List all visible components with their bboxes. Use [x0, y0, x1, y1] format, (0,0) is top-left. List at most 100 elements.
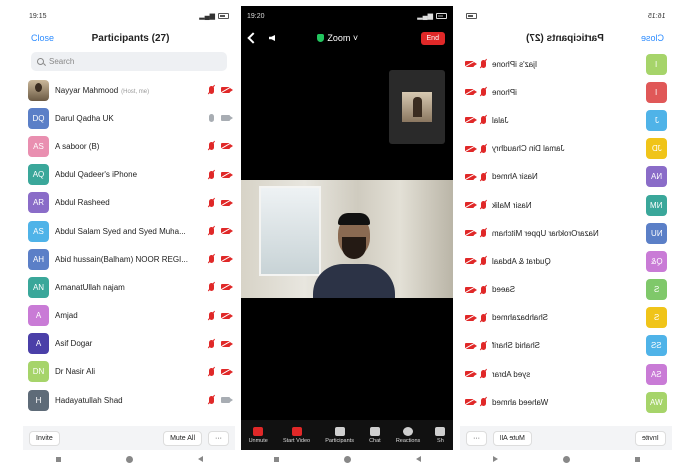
close-button[interactable]: Close: [641, 33, 664, 43]
participant-name: Nayyar Mahmood (Host, me): [55, 86, 203, 95]
participant-name: Abdul Qadeer's iPhone: [55, 170, 203, 179]
avatar: [28, 79, 49, 101]
participant-row[interactable]: DN Dr Nasir Ali: [23, 358, 235, 386]
participant-row[interactable]: Nayyar Mahmood (Host, me): [23, 76, 235, 104]
participant-row[interactable]: A Amjad: [23, 302, 235, 330]
participants-header: Close Participants (27): [23, 26, 235, 50]
participant-row[interactable]: AN AmanatUllah najam: [23, 273, 235, 301]
back-icon[interactable]: [247, 32, 259, 44]
close-button[interactable]: Close: [31, 33, 54, 43]
avatar-initials: WA: [650, 397, 663, 407]
participant-row[interactable]: Q& Qudrat & Abdaal: [460, 247, 672, 275]
participant-row[interactable]: SA syed Abrar: [460, 360, 672, 388]
participant-row[interactable]: J Jalal: [460, 106, 672, 134]
participant-name: Abdul Salam Syed and Syed Muha...: [55, 227, 203, 236]
participant-row[interactable]: A Asif Dogar: [23, 330, 235, 358]
participant-row[interactable]: S Saeed: [460, 276, 672, 304]
participant-row[interactable]: NU NazarOrokhar Upper Mitcham: [460, 219, 672, 247]
mic-muted-icon: [481, 201, 486, 210]
avatar: J: [646, 109, 667, 131]
participant-name: Darul Qadha UK: [55, 114, 203, 123]
self-view-thumbnail[interactable]: [389, 70, 445, 144]
participant-list: Nayyar Mahmood (Host, me) DQ Darul Qadha UK…: [23, 76, 235, 414]
mic-muted-icon: [209, 227, 214, 236]
status-bar: 19:20 ▂▄▆: [241, 6, 453, 26]
camera-icon: [221, 115, 233, 122]
home-icon[interactable]: [125, 455, 133, 463]
recents-icon[interactable]: [634, 456, 640, 462]
back-icon[interactable]: [197, 456, 203, 462]
participant-status-icons: [465, 88, 486, 97]
participant-name-text: Abid hussain(Balham) NOOR REGI...: [55, 254, 188, 264]
camera-off-icon: [465, 117, 477, 124]
more-button[interactable]: ···: [466, 430, 487, 446]
zoom-label: Zoom ˅: [327, 33, 359, 43]
back-icon[interactable]: [492, 456, 498, 462]
toolbar-sh-button[interactable]: Sh: [435, 426, 446, 444]
active-speaker-video: [241, 180, 453, 298]
camera-off-icon: [465, 342, 477, 349]
participant-status-icons: [465, 144, 486, 153]
participant-row[interactable]: AQ Abdul Qadeer's iPhone: [23, 161, 235, 189]
avatar-initials: NM: [650, 200, 663, 210]
end-button[interactable]: End: [420, 31, 445, 45]
camera-off-icon: [465, 89, 477, 96]
participant-row[interactable]: IiPhone: [460, 78, 672, 106]
mic-muted-icon: [209, 198, 214, 207]
participant-name: Shahbazahmed: [492, 313, 640, 322]
participant-row[interactable]: SS Shahid Sharif: [460, 332, 672, 360]
participant-row[interactable]: AR Abdul Rasheed: [23, 189, 235, 217]
avatar: AR: [28, 192, 49, 214]
zoom-menu[interactable]: Zoom ˅: [317, 33, 358, 43]
participant-list: I Ijaz's iPhone IiPhone J Jalal JD Jamal Din C…: [460, 50, 672, 416]
avatar-initials: JD: [651, 144, 662, 154]
camera-off-icon: [465, 286, 477, 293]
invite-button[interactable]: Invite: [635, 430, 666, 446]
participant-row[interactable]: DQ Darul Qadha UK: [23, 104, 235, 132]
camera-off-icon: [465, 371, 477, 378]
search-input[interactable]: Search: [31, 52, 227, 71]
avatar-initials: I: [655, 87, 658, 97]
invite-button[interactable]: Invite: [29, 430, 60, 446]
meeting-toolbar: Unmute Start Video Participants Chat Reactio…: [241, 420, 453, 450]
toolbar-label: Sh: [437, 437, 444, 444]
toolbar-unmute-button[interactable]: Unmute: [249, 426, 268, 444]
mic-muted-icon: [481, 172, 486, 181]
participant-status-icons: [465, 313, 486, 322]
participants-bottom-bar: Invite Mute All ···: [460, 426, 672, 450]
participant-row[interactable]: NA Nasir Ahmed: [460, 163, 672, 191]
home-icon[interactable]: [562, 455, 570, 463]
recents-icon[interactable]: [273, 456, 279, 462]
speaker-icon[interactable]: [269, 35, 275, 41]
participant-row[interactable]: H Hadayatullah Shad: [23, 386, 235, 414]
mute-all-button[interactable]: Mute All: [163, 430, 202, 446]
participant-name-text: NazarOrokhar Upper Mitcham: [492, 228, 599, 238]
home-icon[interactable]: [343, 455, 351, 463]
avatar-initials: NA: [650, 172, 663, 182]
participant-row[interactable]: WA Waheed ahmed: [460, 388, 672, 416]
toolbar-chat-button[interactable]: Chat: [369, 426, 381, 444]
participant-row[interactable]: JD Jamal Din Chaudhry: [460, 135, 672, 163]
camera-off-icon: [221, 312, 233, 319]
self-view-image: [402, 92, 432, 122]
participant-row[interactable]: NM Nasir Malik: [460, 191, 672, 219]
mic-muted-icon: [209, 170, 214, 179]
participant-row[interactable]: I Ijaz's iPhone: [460, 50, 672, 78]
recents-icon[interactable]: [55, 456, 61, 462]
back-icon[interactable]: [415, 456, 421, 462]
toolbar-start-video-button[interactable]: Start Video: [283, 426, 310, 444]
participant-row[interactable]: AH Abid hussain(Balham) NOOR REGI...: [23, 245, 235, 273]
participant-row[interactable]: S Shahbazahmed: [460, 304, 672, 332]
participant-row[interactable]: AS Abdul Salam Syed and Syed Muha...: [23, 217, 235, 245]
participant-status-icons: [209, 255, 233, 264]
mic-muted-icon: [209, 367, 214, 376]
avatar-initials: H: [35, 395, 42, 405]
mute-all-button[interactable]: Mute All: [493, 430, 532, 446]
participant-name-text: Ijaz's iPhone: [492, 59, 538, 69]
camera-off-icon: [221, 87, 233, 94]
participant-row[interactable]: AS A saboor (B): [23, 132, 235, 160]
more-button[interactable]: ···: [208, 430, 229, 446]
toolbar-participants-button[interactable]: Participants: [325, 426, 354, 444]
toolbar-reactions-button[interactable]: Reactions: [396, 426, 420, 444]
avatar: S: [646, 307, 667, 329]
